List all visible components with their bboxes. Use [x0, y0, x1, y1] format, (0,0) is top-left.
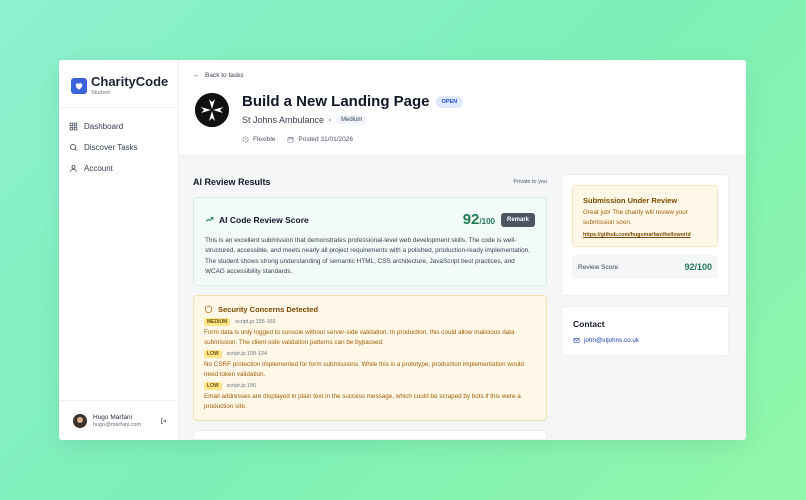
user-profile: Hugo Marfani hugo@marfani.com — [59, 400, 178, 440]
task-header: ← Back to tasks Build a New Landing Page… — [179, 60, 746, 156]
security-title: Security Concerns Detected — [218, 305, 319, 314]
grid-icon — [69, 122, 78, 130]
security-issue: LOW script.js:109-124 No CSRF protection… — [204, 350, 536, 379]
submission-card: Submission Under Review Great job! The c… — [561, 174, 729, 296]
arrow-left-icon: ← — [193, 72, 200, 79]
brand[interactable]: CharityCode Student — [59, 60, 178, 108]
submission-link[interactable]: https://github.com/hugomarfani/helloworl… — [583, 232, 707, 238]
score-value: 92/100 — [463, 211, 495, 228]
sidebar-item-account[interactable]: Account — [69, 158, 168, 178]
score-number: 92 — [462, 211, 480, 228]
sidebar-item-label: Discover Tasks — [84, 142, 138, 152]
search-icon — [70, 143, 77, 151]
review-score-label: Review Score — [578, 263, 619, 271]
brand-role: Student — [91, 90, 110, 96]
clock-icon — [242, 136, 249, 143]
submission-text: Great job! The charity will review your … — [583, 209, 688, 226]
ai-score-card: AI Code Review Score 92/100 Remark This … — [193, 197, 547, 286]
schedule-label: Flexible — [253, 136, 276, 143]
sidebar-nav: Dashboard Discover Tasks Account — [59, 108, 178, 400]
privacy-note: Private to you — [513, 178, 547, 185]
sidebar-item-dashboard[interactable]: Dashboard — [69, 116, 168, 136]
calendar-icon — [287, 136, 294, 143]
heart-logo-icon — [71, 77, 87, 94]
score-out-of: /100 — [479, 217, 495, 226]
brand-name: CharityCode — [91, 74, 169, 89]
mail-icon — [573, 338, 580, 343]
review-section: AI Review Results Private to you AI Code… — [193, 174, 547, 440]
org-name[interactable]: St Johns Ambulance — [242, 115, 324, 125]
review-section-title: AI Review Results — [193, 176, 271, 187]
severity-badge: LOW — [204, 382, 222, 391]
app-window: CharityCode Student Dashboard Discover T… — [59, 60, 746, 440]
shield-icon — [205, 305, 212, 314]
issue-text: No CSRF protection implemented for form … — [204, 361, 524, 378]
content-area: AI Review Results Private to you AI Code… — [179, 156, 746, 440]
org-logo — [195, 93, 229, 127]
contact-title: Contact — [573, 319, 605, 329]
trending-up-icon — [205, 217, 214, 222]
page-title: Build a New Landing Page — [242, 93, 430, 110]
main-content: ← Back to tasks Build a New Landing Page… — [179, 60, 746, 440]
remark-button[interactable]: Remark — [500, 212, 535, 227]
issue-text: Email addresses are displayed in plain t… — [204, 393, 521, 410]
avatar[interactable] — [73, 413, 87, 428]
submission-status: Submission Under Review Great job! The c… — [572, 185, 718, 247]
schedule-info: Flexible — [242, 136, 275, 143]
contact-email-link[interactable]: john@stjohns.co.uk — [573, 337, 717, 344]
separator-dot — [329, 119, 332, 121]
next-card — [193, 430, 547, 440]
severity-badge: LOW — [204, 350, 222, 359]
review-summary: This is an excellent submission that dem… — [205, 237, 531, 276]
security-issue: LOW script.js:196 Email addresses are di… — [204, 382, 536, 411]
difficulty-badge: Medium — [336, 115, 368, 125]
score-label: AI Code Review Score — [219, 214, 309, 225]
sidebar-item-label: Dashboard — [84, 121, 124, 131]
issue-location: script.js:196 — [226, 383, 257, 390]
right-panel: Submission Under Review Great job! The c… — [561, 174, 729, 440]
posted-date: Posted 31/01/2026 — [298, 136, 353, 143]
submission-title: Submission Under Review — [583, 196, 678, 205]
user-name: Hugo Marfani — [93, 413, 133, 421]
sidebar-item-discover-tasks[interactable]: Discover Tasks — [69, 137, 168, 157]
issue-text: Form data is only logged to console with… — [204, 329, 515, 346]
back-link-label: Back to tasks — [205, 72, 244, 79]
user-icon — [70, 164, 77, 172]
posted-info: Posted 31/01/2026 — [287, 136, 353, 143]
logout-icon[interactable] — [160, 417, 168, 425]
security-issue: MEDIUM script.js:155-165 Form data is on… — [204, 318, 536, 347]
sidebar-item-label: Account — [84, 163, 113, 173]
status-badge: OPEN — [435, 95, 464, 108]
issue-location: script.js:109-124 — [226, 351, 268, 358]
severity-badge: MEDIUM — [204, 318, 231, 326]
review-score-row: Review Score 92/100 — [572, 255, 718, 279]
back-link[interactable]: ← Back to tasks — [193, 72, 732, 79]
security-concerns-card: Security Concerns Detected MEDIUM script… — [193, 295, 547, 421]
contact-email: john@stjohns.co.uk — [584, 337, 640, 344]
sidebar: CharityCode Student Dashboard Discover T… — [59, 60, 179, 440]
contact-card: Contact john@stjohns.co.uk — [561, 306, 729, 356]
user-email: hugo@marfani.com — [93, 421, 142, 428]
review-score-value: 92/100 — [684, 262, 712, 272]
issue-location: script.js:155-165 — [235, 319, 276, 325]
